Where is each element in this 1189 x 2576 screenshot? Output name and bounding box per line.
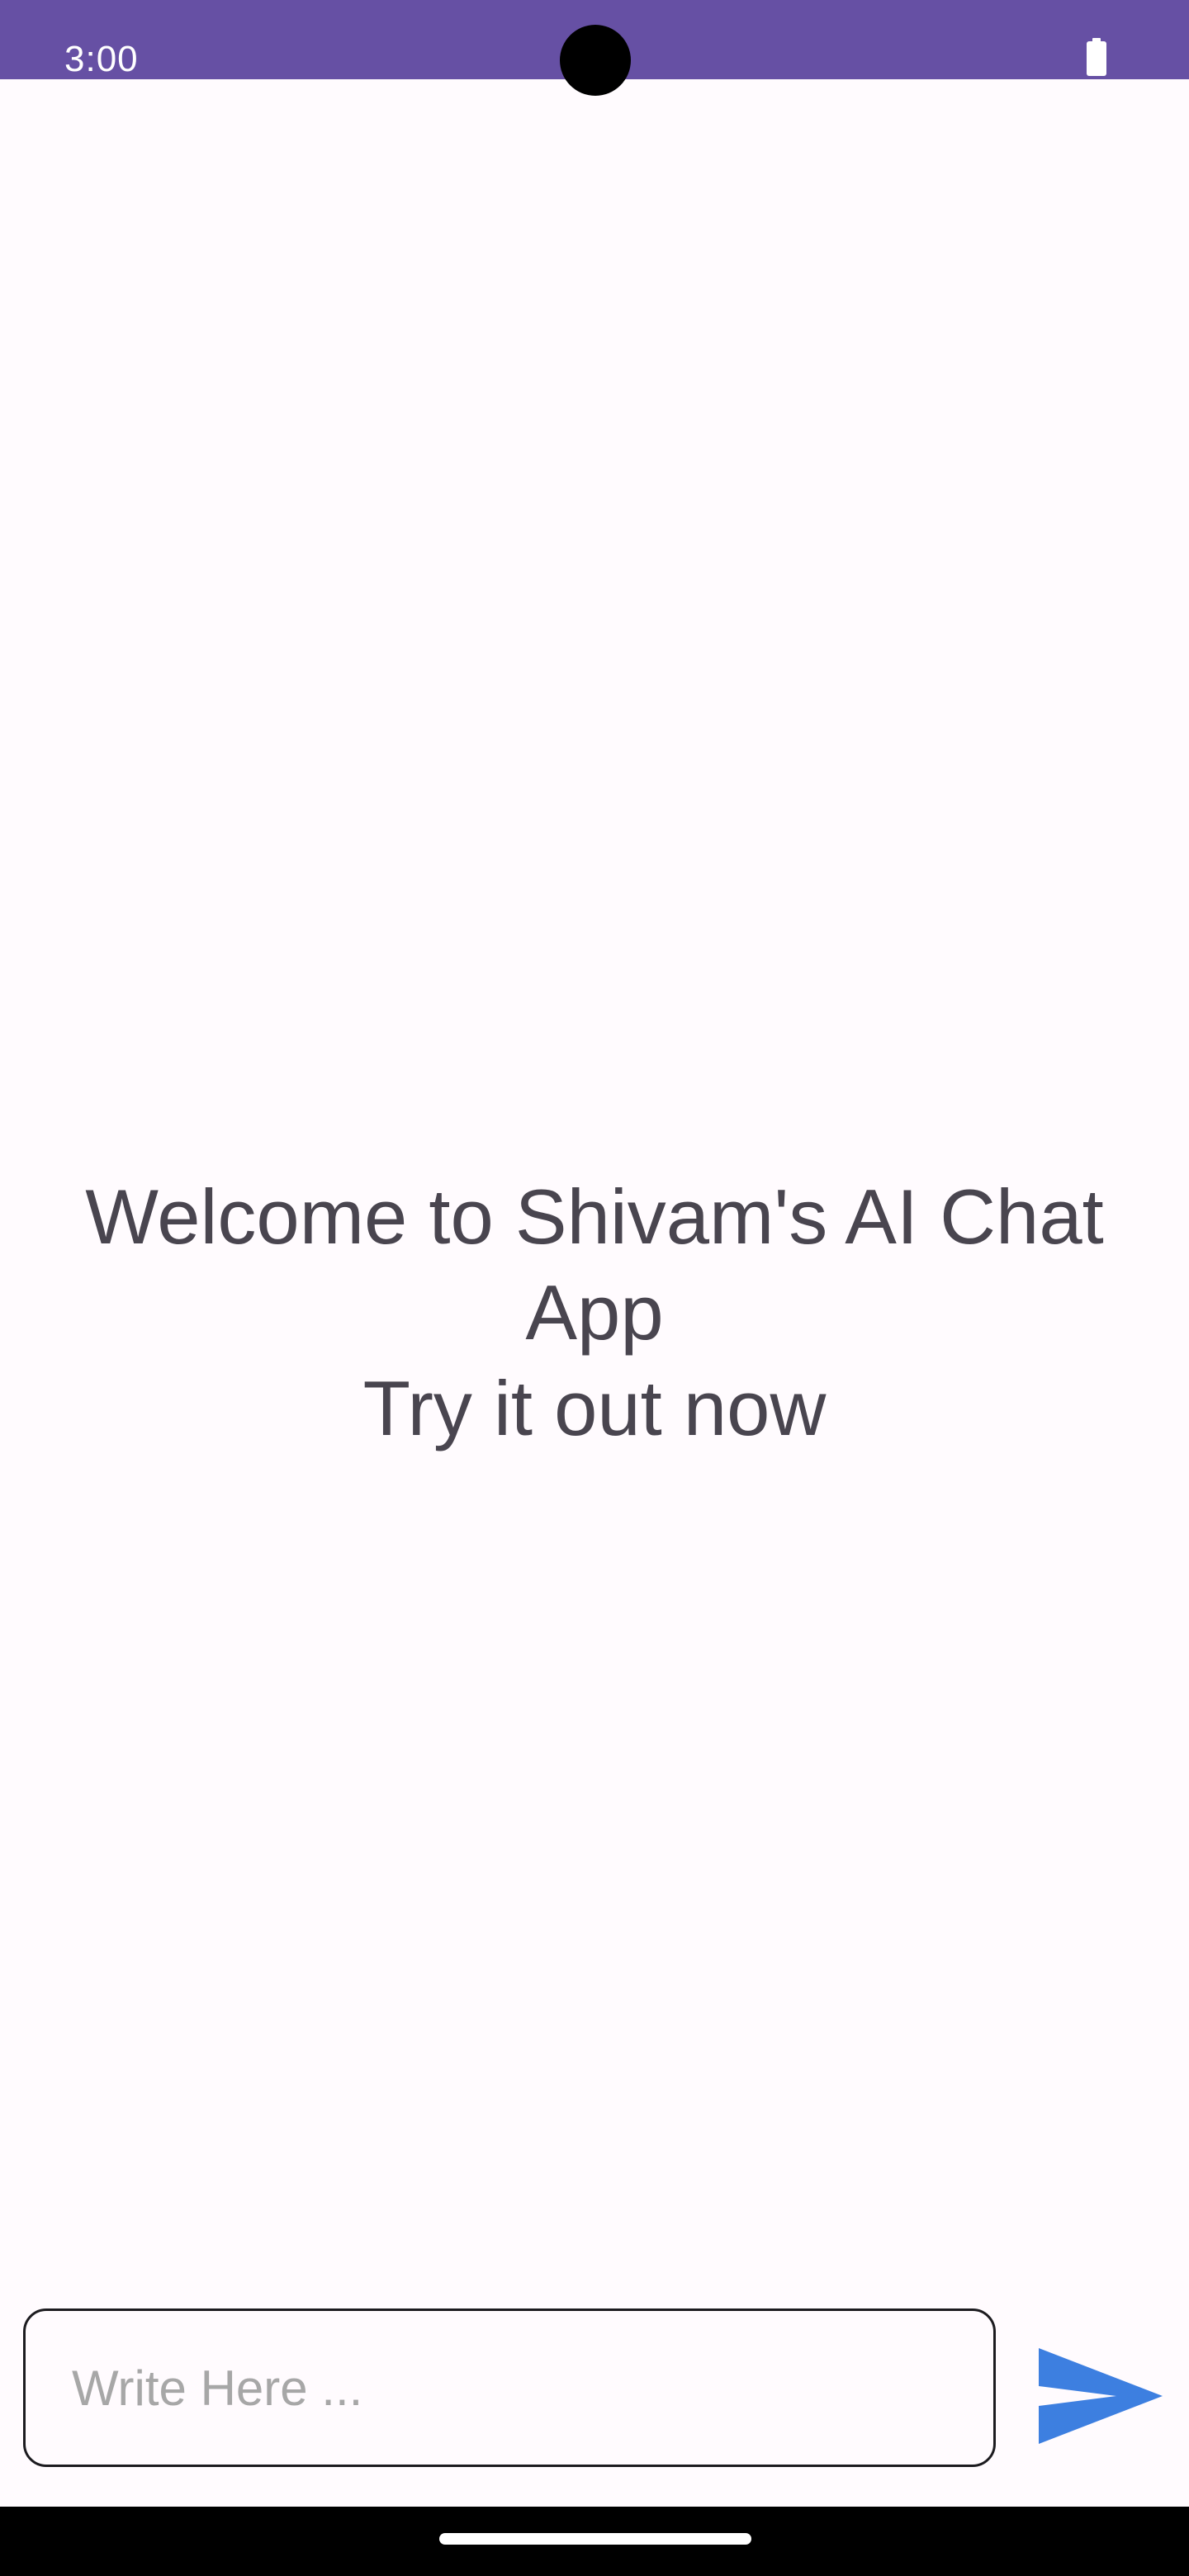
welcome-message: Welcome to Shivam's AI Chat App Try it o… [0,1169,1189,1456]
send-button[interactable] [1037,2348,1164,2444]
status-time: 3:00 [64,39,139,79]
welcome-line-1: Welcome to Shivam's AI Chat [85,1173,1104,1260]
welcome-line-3: Try it out now [362,1365,827,1451]
battery-full-icon [1087,38,1106,76]
status-bar: 3:00 [0,0,1189,96]
chat-content: Welcome to Shivam's AI Chat App Try it o… [0,79,1189,2507]
welcome-line-2: App [525,1269,664,1356]
app-screen: 3:00 Welcome to Shivam's AI Chat App Try… [0,0,1189,2576]
message-input-placeholder: Write Here ... [72,2360,363,2416]
message-input[interactable]: Write Here ... [23,2308,996,2467]
home-indicator[interactable] [439,2533,751,2545]
send-icon [1039,2348,1163,2444]
